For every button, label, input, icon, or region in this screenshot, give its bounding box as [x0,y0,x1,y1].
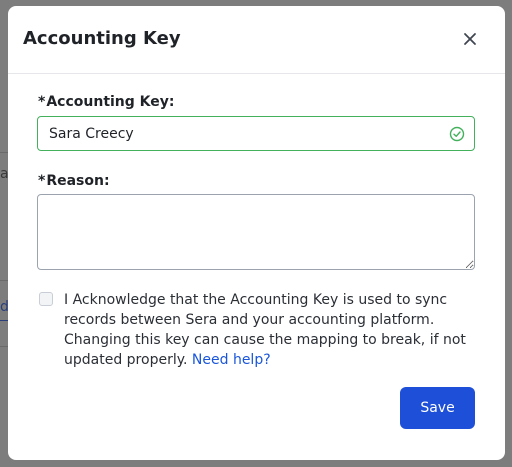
reason-textarea[interactable] [37,194,475,270]
acknowledge-checkbox[interactable] [39,292,53,306]
need-help-link[interactable]: Need help? [192,352,271,368]
dialog-header: Accounting Key [8,6,505,74]
accounting-key-label: *Accounting Key: [38,94,175,110]
reason-label-text: Reason: [46,173,110,189]
required-marker: * [38,173,46,189]
check-circle-icon [449,126,465,142]
acknowledge-text: I Acknowledge that the Accounting Key is… [64,290,474,370]
accounting-key-input[interactable] [37,116,475,151]
reason-label: *Reason: [38,173,110,189]
accounting-key-dialog: Accounting Key *Accounting Key: *Reason:… [8,6,505,460]
close-icon[interactable] [461,30,479,48]
dialog-title: Accounting Key [23,28,181,49]
save-button[interactable]: Save [400,387,475,429]
accounting-key-label-text: Accounting Key: [46,94,175,110]
required-marker: * [38,94,46,110]
